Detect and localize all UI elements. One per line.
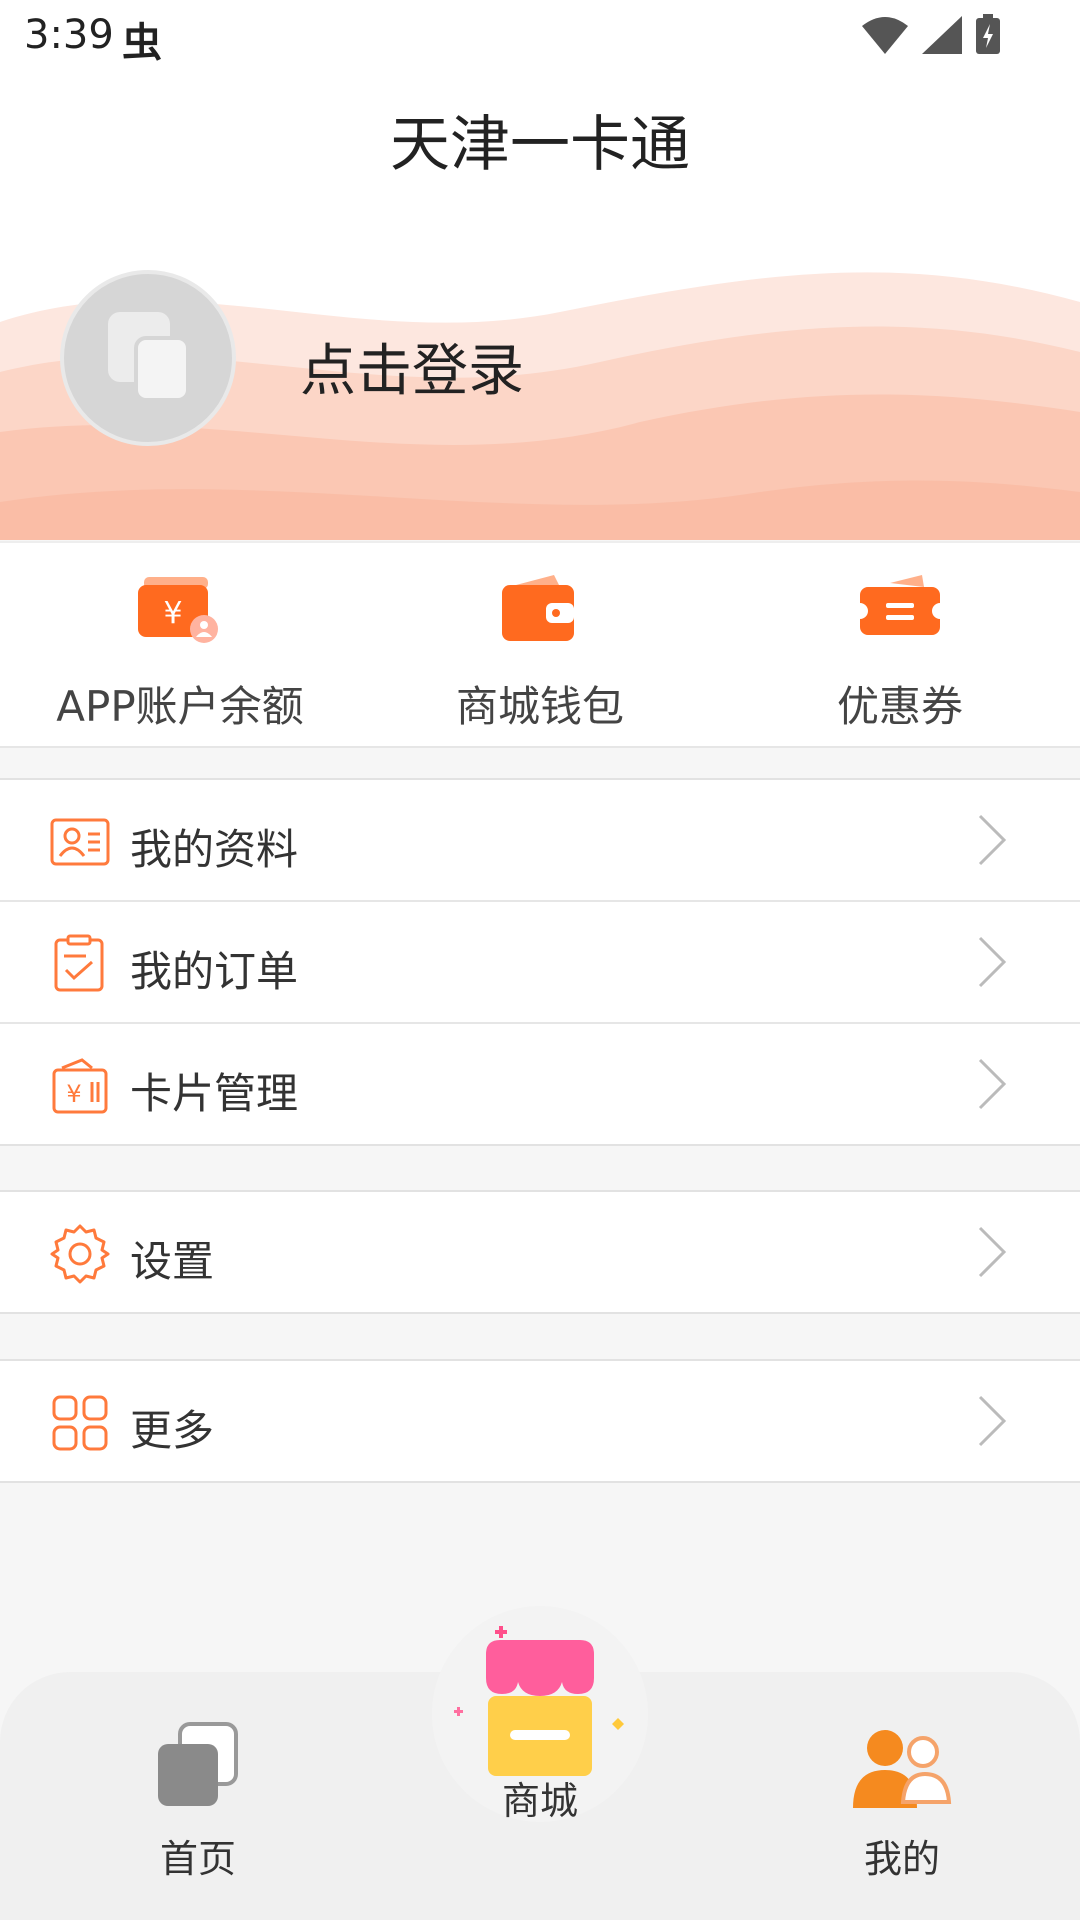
user-group-icon — [853, 1730, 952, 1808]
battery-icon — [976, 14, 1000, 54]
wallet-label: 商城钱包 — [455, 682, 624, 731]
menu-label: 设置 — [130, 1237, 215, 1286]
coupon-icon — [860, 575, 940, 635]
grid-icon — [52, 1395, 108, 1451]
card-manage-icon: ¥ — [52, 1058, 108, 1114]
chevron-right-icon — [978, 1395, 1007, 1447]
gear-icon — [50, 1224, 110, 1284]
chevron-right-icon — [978, 1226, 1007, 1278]
svg-text:¥: ¥ — [163, 596, 182, 631]
signal-icon — [922, 16, 962, 54]
menu-item-more[interactable]: 更多 — [0, 1361, 1080, 1481]
quick-balance[interactable]: ¥ APP账户余额 — [0, 543, 360, 746]
quick-wallet[interactable]: 商城钱包 — [360, 543, 720, 746]
home-icon — [158, 1722, 238, 1806]
menu-label: 更多 — [130, 1406, 215, 1455]
login-link[interactable]: 点击登录 — [300, 326, 524, 407]
menu-item-my-orders[interactable]: 我的订单 — [0, 902, 1080, 1024]
nav-home[interactable]: 首页 — [118, 1718, 278, 1883]
nav-mall-label: 商城 — [501, 1779, 578, 1823]
menu-group-settings: 设置 — [0, 1190, 1080, 1314]
menu-group-account: 我的资料 我的订单 ¥ 卡片管理 — [0, 778, 1080, 1146]
status-icons — [862, 14, 1000, 54]
wallet-icon — [502, 575, 574, 641]
profile-header[interactable]: 点击登录 — [0, 202, 1080, 540]
debug-icon: 虫 — [122, 20, 162, 66]
chevron-right-icon — [978, 936, 1007, 988]
avatar-placeholder-icon — [108, 312, 190, 402]
chevron-right-icon — [978, 814, 1007, 866]
menu-item-my-profile[interactable]: 我的资料 — [0, 780, 1080, 902]
menu-label: 卡片管理 — [130, 1069, 299, 1118]
nav-home-label: 首页 — [159, 1837, 236, 1881]
menu-label: 我的订单 — [130, 947, 299, 996]
page-title: 天津一卡通 — [390, 110, 690, 180]
coupon-label: 优惠券 — [836, 682, 963, 731]
wifi-icon — [862, 17, 908, 54]
balance-icon: ¥ — [138, 577, 218, 643]
status-bar: 3:39 虫 — [0, 0, 1080, 72]
profile-card-icon — [50, 818, 110, 866]
chevron-right-icon — [978, 1058, 1007, 1110]
nav-mine-label: 我的 — [863, 1837, 940, 1881]
balance-label: APP账户余额 — [56, 682, 304, 731]
store-icon — [454, 1626, 624, 1776]
quick-actions: ¥ APP账户余额 商城钱包 优惠券 — [0, 541, 1080, 748]
menu-item-settings[interactable]: 设置 — [0, 1192, 1080, 1312]
nav-mall[interactable]: 商城 — [432, 1618, 648, 1825]
menu-item-card-management[interactable]: ¥ 卡片管理 — [0, 1024, 1080, 1144]
avatar[interactable] — [60, 270, 236, 446]
status-time: 3:39 — [24, 12, 114, 58]
nav-mine[interactable]: 我的 — [822, 1718, 982, 1883]
menu-label: 我的资料 — [130, 825, 299, 874]
order-icon — [54, 934, 104, 992]
quick-coupon[interactable]: 优惠券 — [720, 543, 1080, 746]
menu-group-more: 更多 — [0, 1359, 1080, 1483]
svg-text:¥: ¥ — [66, 1080, 81, 1108]
